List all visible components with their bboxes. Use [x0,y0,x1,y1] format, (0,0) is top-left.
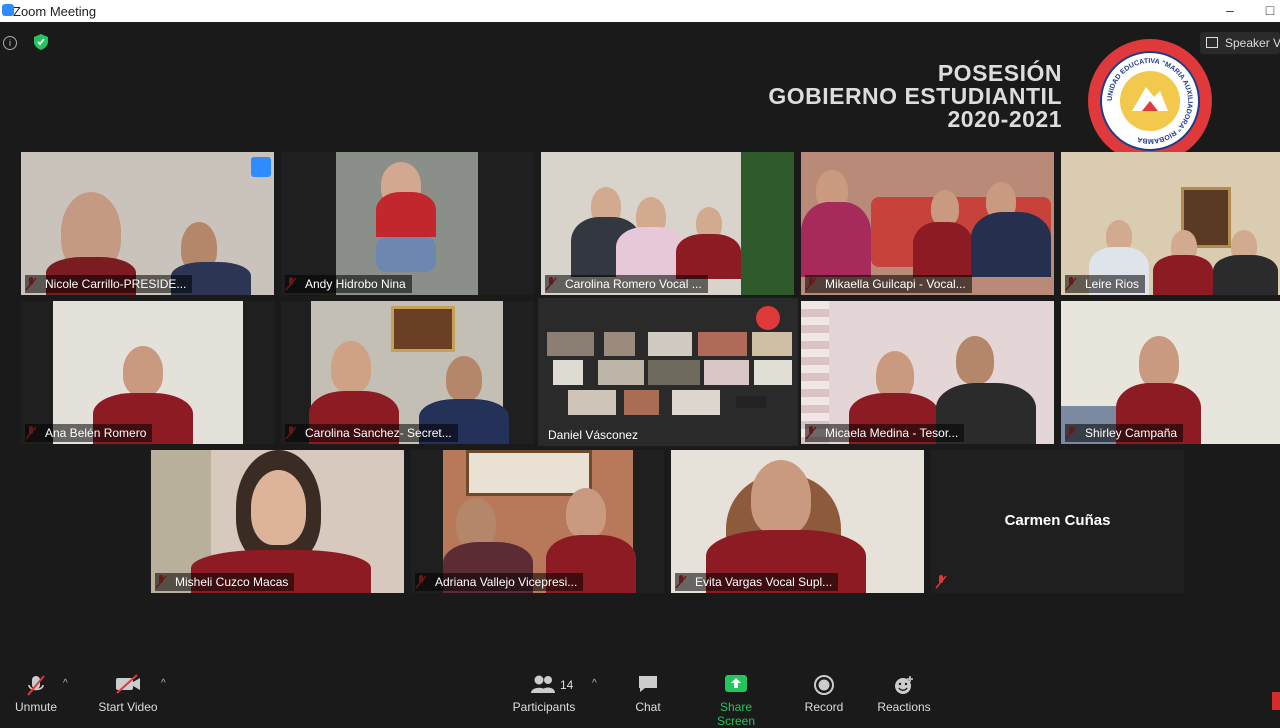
participant-tile[interactable]: Mikaella Guilcapi - Vocal... [801,152,1054,295]
reactions-button[interactable]: Reactions [874,674,934,714]
participant-tile[interactable]: Carolina Sanchez- Secret... [281,301,534,444]
mic-off-icon [935,575,947,589]
participant-tile[interactable]: Nicole Carrillo-PRESIDE... [21,152,274,295]
participant-name: Daniel Vásconez [548,428,639,442]
participants-button[interactable]: 14 Participants [512,674,576,714]
participants-options-caret-icon[interactable]: ^ [592,678,597,689]
video-off-icon [116,674,140,694]
more-options-icon[interactable] [251,157,271,177]
speaker-view-button[interactable]: Speaker View [1200,32,1280,54]
participant-name: Misheli Cuzco Macas [155,573,295,591]
participant-tile-no-video[interactable]: Carmen Cuñas [931,450,1184,593]
participant-name: Adriana Vallejo Vicepresi... [415,573,584,591]
participant-name: Mikaella Guilcapi - Vocal... [805,275,972,293]
participant-tile[interactable]: Micaela Medina - Tesor... [801,301,1054,444]
school-seal-logo: UNIDAD EDUCATIVA "MARIA AUXILIADORA" RIO… [1088,39,1212,163]
participant-tile[interactable]: Ana Belén Romero [21,301,274,444]
participant-name: Shirley Campaña [1065,424,1184,442]
participant-tile[interactable]: Leire Rios [1061,152,1280,295]
meeting-toolbar: Unmute ^ Start Video ^ 14 Participants ^… [0,670,1280,728]
participant-tile[interactable]: Evita Vargas Vocal Supl... [671,450,924,593]
participant-name: Nicole Carrillo-PRESIDE... [25,275,193,293]
title-bar: Zoom Meeting – □ [0,0,1280,22]
meeting-area: i Speaker View POSESIÓN GOBIERNO ESTUDIA… [0,22,1280,670]
window-title: Zoom Meeting [13,4,97,19]
participant-name: Leire Rios [1065,275,1146,293]
participant-name: Evita Vargas Vocal Supl... [675,573,839,591]
participant-name: Carolina Sanchez- Secret... [285,424,458,442]
banner-line-2: GOBIERNO ESTUDIANTIL [768,83,1062,109]
chat-icon [639,676,657,692]
participant-name: Ana Belén Romero [25,424,153,442]
minimize-button[interactable]: – [1215,0,1245,22]
participant-tile[interactable]: Shirley Campaña [1061,301,1280,444]
audio-options-caret-icon[interactable]: ^ [63,678,68,689]
meeting-banner: POSESIÓN GOBIERNO ESTUDIANTIL 2020-2021 [768,62,1062,131]
record-button[interactable]: Record [802,674,846,714]
share-screen-icon [725,675,747,692]
participant-tile[interactable]: Andy Hidrobo Nina [281,152,534,295]
mic-muted-icon [27,675,45,696]
reactions-smiley-icon [895,676,913,694]
participant-name: Micaela Medina - Tesor... [805,424,965,442]
participant-tile[interactable]: Misheli Cuzco Macas [151,450,404,593]
participant-name: Andy Hidrobo Nina [285,275,412,293]
participant-tile-active-speaker[interactable]: Daniel Vásconez [538,298,798,446]
speaker-view-icon [1206,37,1218,48]
end-meeting-button-edge[interactable] [1272,692,1280,710]
participant-name: Carolina Romero Vocal ... [545,275,708,293]
participants-icon [531,675,555,693]
video-options-caret-icon[interactable]: ^ [161,678,166,689]
unmute-button[interactable]: Unmute [12,674,60,714]
banner-line-3: 2020-2021 [947,106,1062,132]
participant-tile[interactable]: Carolina Romero Vocal ... [541,152,794,295]
encryption-shield-icon[interactable] [34,34,48,50]
maximize-button[interactable]: □ [1255,0,1280,22]
participant-name-centered: Carmen Cuñas [1004,512,1111,529]
participant-tile[interactable]: Adriana Vallejo Vicepresi... [411,450,664,593]
info-icon[interactable]: i [3,36,17,50]
participant-count: 14 [560,678,574,692]
banner-line-1: POSESIÓN [937,60,1062,86]
record-icon [814,675,834,695]
start-video-button[interactable]: Start Video [96,674,160,714]
chat-button[interactable]: Chat [628,674,668,714]
